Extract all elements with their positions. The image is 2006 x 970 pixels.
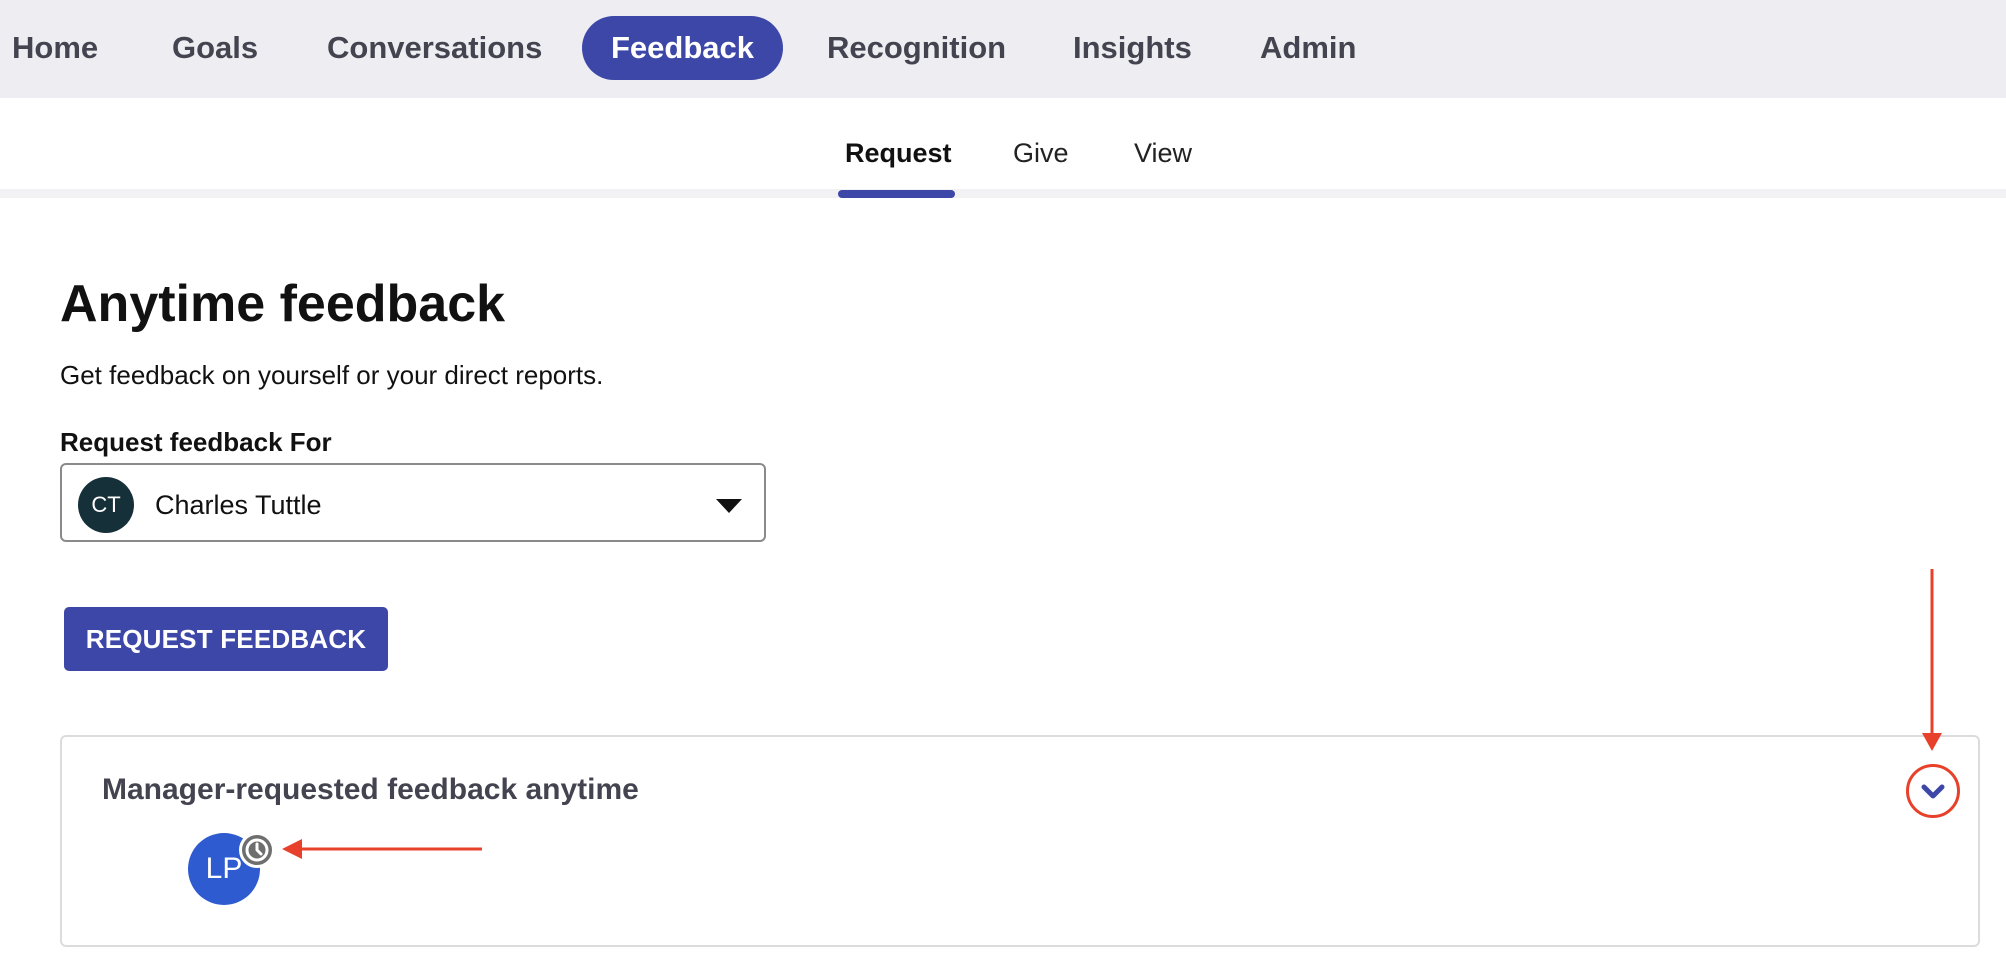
page-subtitle: Get feedback on yourself or your direct … [60,360,604,390]
request-for-label: Request feedback For [60,427,332,457]
selected-person-name: Charles Tuttle [155,490,322,520]
panel-title: Manager-requested feedback anytime [102,773,639,806]
avatar: CT [78,477,134,533]
nav-item-admin[interactable]: Admin [1260,16,1356,80]
clock-icon [239,832,275,868]
sub-tabs: Request Give View [0,98,2006,190]
request-for-select[interactable]: CT Charles Tuttle [60,463,766,542]
request-feedback-button[interactable]: REQUEST FEEDBACK [64,607,388,671]
nav-item-conversations[interactable]: Conversations [327,16,542,80]
chevron-down-icon [1921,784,1945,799]
caret-down-icon[interactable] [716,499,742,513]
annotation-arrow-left [282,839,482,859]
tab-view[interactable]: View [1134,138,1192,169]
nav-item-feedback[interactable]: Feedback [582,16,783,80]
top-nav: Home Goals Conversations Feedback Recogn… [0,0,2006,98]
sub-tabs-divider [0,189,2006,198]
panel-toggle-button[interactable] [1906,764,1960,818]
nav-item-home[interactable]: Home [12,16,98,80]
annotation-arrow-down [1922,569,1942,751]
active-tab-indicator [838,190,955,198]
nav-item-recognition[interactable]: Recognition [827,16,1006,80]
page-title: Anytime feedback [60,275,506,333]
tab-give[interactable]: Give [1013,138,1069,169]
nav-item-goals[interactable]: Goals [172,16,258,80]
page: Home Goals Conversations Feedback Recogn… [0,0,2006,970]
nav-item-insights[interactable]: Insights [1073,16,1192,80]
tab-request[interactable]: Request [845,138,952,169]
